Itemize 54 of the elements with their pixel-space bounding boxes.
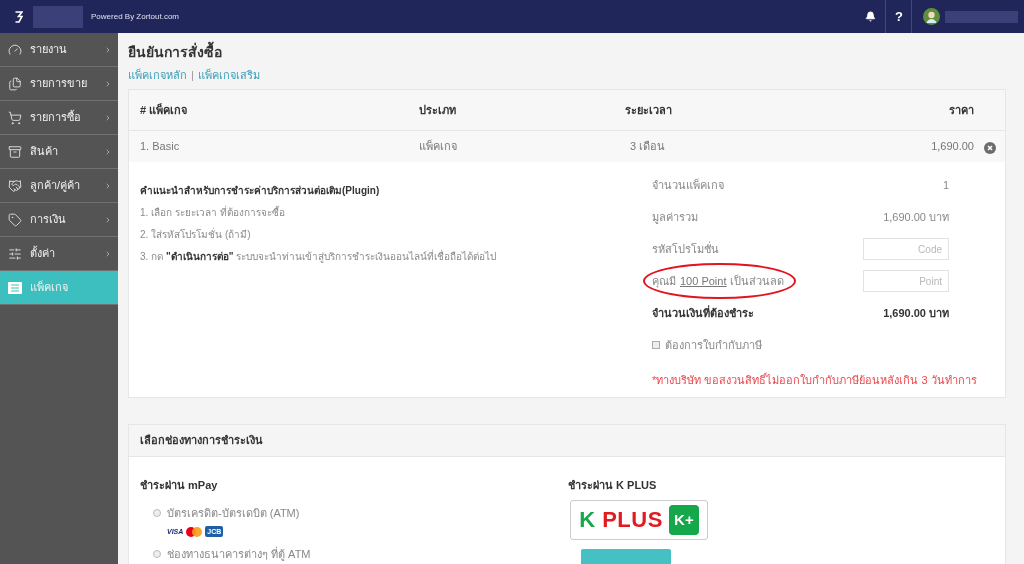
section-heading: ชำระผ่าน K PLUS (568, 478, 658, 492)
list-icon (8, 281, 22, 294)
help-button[interactable]: ? (895, 10, 903, 23)
summary-label: จำนวนแพ็คเกจ (652, 177, 724, 193)
notice-text: *ทางบริษัท ขอสงวนสิทธิ์ไม่ออกใบกำกับภาษีย้อนหลังเกิน 3 วันทำการ (652, 371, 977, 388)
gauge-icon (8, 42, 22, 57)
summary-label: มูลค่ารวม (652, 209, 698, 226)
tag-icon (8, 212, 22, 227)
sliders-icon (8, 246, 22, 261)
remove-icon[interactable] (983, 141, 996, 154)
column-header: ราคา (949, 102, 974, 118)
summary-label: จำนวนเงินที่ต้องชำระ (652, 304, 754, 321)
box-icon (8, 144, 22, 159)
column-header: ระยะเวลา (625, 102, 673, 118)
summary-value: 1,690.00 บาท (883, 209, 949, 225)
radio-label: บัตรเครดิต-บัตรเดบิต (ATM) (167, 506, 300, 520)
points-text: คุณมี (652, 273, 676, 290)
points-text: เป็นส่วนลด (730, 273, 785, 289)
column-header: ประเภท (419, 102, 457, 118)
instruction-step: 2. ใส่รหัสโปรโมชั่น (ถ้ามี) (140, 228, 641, 242)
column-header: # แพ็คเกจ (140, 102, 189, 118)
kplus-badge: K+ (668, 505, 699, 535)
table-cell-text: 1. Basic (140, 139, 181, 155)
summary-label: รหัสโปรโมชั่น (652, 240, 719, 257)
points-link[interactable]: 100 Point (680, 272, 727, 290)
checkbox-label: ต้องการใบกำกับภาษี (665, 338, 762, 353)
notification-bell-icon[interactable] (865, 11, 877, 22)
document-icon (8, 76, 22, 91)
section-heading: ชำระผ่าน mPay (140, 478, 219, 492)
avatar-icon[interactable] (923, 8, 940, 25)
radio-label: ช่องทางธนาคารต่างๆ ที่ตู้ ATM (167, 547, 311, 561)
tax-invoice-checkbox[interactable] (652, 341, 660, 350)
mastercard-logo-icon (186, 526, 203, 537)
payment-radio[interactable] (153, 509, 161, 517)
instruction-step: 1. เลือก ระยะเวลา ที่ต้องการจะซื้อ (140, 206, 641, 220)
instructions-title: คำแนะนำสำหรับการชำระค่าบริการส่วนต่อเติม(Plugin) (140, 184, 381, 198)
handshake-icon (8, 178, 22, 193)
summary-value: 1 (942, 177, 949, 193)
kplus-logo-text: K PLUS (579, 509, 663, 531)
cart-icon (8, 110, 22, 125)
instruction-step: 3. กด "ดำเนินการต่อ" ระบบจะนำท่านเข้าสู่บริการชำระเงินออนไลน์ที่เชื่อถือได้ต่อไป (140, 250, 641, 264)
blurred-block (33, 5, 83, 28)
panel-title: เลือกช่องทางการชำระเงิน (140, 433, 263, 449)
tagline: Powered By Zortout.com (91, 10, 180, 23)
table-cell-text: 1,690.00 (931, 139, 974, 155)
points-field[interactable]: Point (863, 270, 949, 292)
table-cell-text: 3 เดือน (629, 139, 667, 155)
table-cell-text: แพ็คเกจ (419, 138, 458, 155)
logo-icon (15, 10, 23, 23)
promo-code-field[interactable]: Code (863, 238, 949, 260)
page-title: ยืนยันการสั่งซื้อ (128, 43, 1006, 61)
payment-radio[interactable] (153, 550, 161, 558)
link-separator: | (191, 68, 194, 82)
summary-value: 1,690.00 บาท (883, 305, 949, 321)
